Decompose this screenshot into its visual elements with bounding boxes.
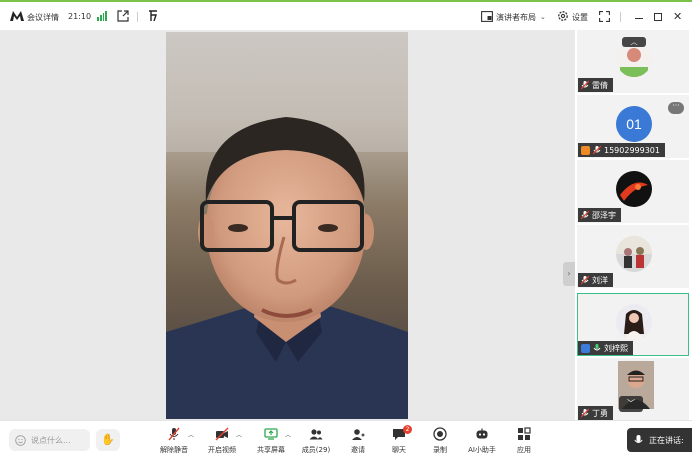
record-button[interactable]: 录制 bbox=[418, 427, 462, 457]
record-label: 录制 bbox=[433, 446, 447, 454]
mic-active-icon bbox=[593, 343, 601, 350]
collapse-sidebar-handle[interactable]: › bbox=[563, 262, 575, 286]
participant-name: 邵泽宇 bbox=[592, 210, 616, 220]
start-video-label: 开启视频 bbox=[208, 446, 236, 454]
mic-muted-icon bbox=[593, 145, 601, 154]
invite-icon bbox=[352, 429, 365, 440]
meeting-window: 会议详情 21:10 演讲者布局 ⌄ 设置 ✕ › ︿ 雷倩 01 ··· 15… bbox=[0, 0, 692, 457]
participant-name-bar: 15902999301 bbox=[578, 143, 665, 157]
gear-icon[interactable] bbox=[557, 10, 569, 22]
share-screen-label: 共享屏幕 bbox=[257, 446, 285, 454]
share-screen-button[interactable]: ︿ 共享屏幕 bbox=[249, 427, 293, 457]
participant-avatar: 01 bbox=[616, 106, 652, 142]
participant-name: 刘梓熙 bbox=[604, 343, 628, 353]
host-badge-icon bbox=[581, 145, 590, 155]
bottom-toolbar: 说点什么... ✋ ︿ 解除静音 ︿ 开启视频 ︿ 共享屏幕 成员(29) 邀请 bbox=[0, 420, 692, 457]
members-label: 成员(29) bbox=[301, 446, 331, 454]
participant-name-bar: 刘洋 bbox=[578, 273, 613, 287]
close-icon[interactable]: ✕ bbox=[673, 10, 682, 23]
smiley-icon bbox=[15, 434, 26, 446]
maximize-icon[interactable] bbox=[654, 13, 662, 21]
cohost-badge-icon bbox=[581, 343, 590, 353]
chat-unread-badge: 2 bbox=[403, 425, 412, 434]
mic-muted-icon bbox=[581, 275, 589, 284]
participant-avatar bbox=[616, 236, 652, 272]
chevron-up-icon[interactable]: ︿ bbox=[188, 430, 194, 439]
participant-tile[interactable]: 邵泽宇 bbox=[577, 160, 689, 223]
speaker-video bbox=[166, 32, 408, 419]
participant-name-bar: 丁勇 bbox=[578, 406, 613, 420]
unmute-label: 解除静音 bbox=[160, 446, 188, 454]
camera-off-icon bbox=[215, 427, 229, 441]
screen-share-icon bbox=[264, 428, 278, 440]
apps-icon bbox=[518, 427, 531, 440]
participant-avatar bbox=[616, 304, 652, 340]
invite-button[interactable]: 邀请 bbox=[336, 427, 380, 457]
mic-icon bbox=[634, 434, 643, 443]
minimize-icon[interactable] bbox=[635, 18, 643, 19]
speaker-video-frame bbox=[166, 32, 408, 419]
chat-button[interactable]: 2 聊天 bbox=[377, 425, 421, 457]
participant-name-bar: 雷倩 bbox=[578, 78, 613, 92]
signal-icon[interactable] bbox=[97, 11, 107, 21]
participant-name: 15902999301 bbox=[604, 145, 660, 155]
main-stage: › bbox=[0, 30, 575, 420]
apps-label: 应用 bbox=[517, 446, 531, 454]
top-bar: 会议详情 21:10 演讲者布局 ⌄ 设置 ✕ bbox=[0, 4, 692, 30]
divider bbox=[137, 12, 138, 22]
participant-sidebar: ︿ 雷倩 01 ··· 15902999301 邵泽宇 刘洋 刘梓熙 丁勇 ﹀ bbox=[575, 30, 692, 421]
record-icon bbox=[433, 427, 447, 441]
mic-off-icon bbox=[168, 427, 180, 441]
participant-avatar bbox=[616, 171, 652, 207]
app-logo-icon bbox=[10, 11, 24, 21]
participant-name: 丁勇 bbox=[592, 408, 608, 418]
ai-assistant-label: AI小助手 bbox=[468, 446, 496, 454]
layout-icon[interactable] bbox=[481, 11, 493, 22]
chat-label: 聊天 bbox=[392, 446, 406, 454]
share-link-icon[interactable] bbox=[117, 10, 129, 22]
apps-button[interactable]: 应用 bbox=[502, 427, 546, 457]
speaker-layout-button[interactable]: 演讲者布局 bbox=[496, 12, 536, 23]
participant-tile[interactable]: 01 ··· 15902999301 bbox=[577, 95, 689, 158]
chat-quick-input[interactable]: 说点什么... bbox=[9, 429, 90, 451]
chevron-up-icon[interactable]: ︿ bbox=[285, 430, 291, 439]
settings-button[interactable]: 设置 bbox=[572, 12, 588, 23]
mic-muted-icon bbox=[581, 210, 589, 219]
meeting-details-link[interactable]: 会议详情 bbox=[27, 12, 59, 23]
whiteboard-icon[interactable] bbox=[147, 10, 159, 22]
hand-icon: ✋ bbox=[101, 433, 115, 446]
participant-tile[interactable]: ︿ 雷倩 bbox=[577, 30, 689, 93]
participant-tile-active[interactable]: 刘梓熙 bbox=[577, 293, 689, 356]
chevron-down-icon[interactable]: ⌄ bbox=[540, 13, 546, 21]
mic-muted-icon bbox=[581, 80, 589, 89]
mic-muted-icon bbox=[581, 408, 589, 417]
participant-name: 雷倩 bbox=[592, 80, 608, 90]
chevron-up-icon[interactable]: ︿ bbox=[236, 430, 242, 439]
unmute-button[interactable]: ︿ 解除静音 bbox=[152, 427, 196, 457]
speaking-indicator: 正在讲话: bbox=[627, 428, 692, 452]
fullscreen-icon[interactable] bbox=[599, 11, 610, 22]
more-options-icon[interactable]: ··· bbox=[668, 102, 684, 114]
speaking-label: 正在讲话: bbox=[649, 435, 684, 445]
participant-tile[interactable]: 刘洋 bbox=[577, 225, 689, 288]
scroll-up-button[interactable]: ︿ bbox=[622, 37, 646, 47]
chat-quick-placeholder: 说点什么... bbox=[31, 435, 71, 445]
robot-icon bbox=[476, 428, 488, 439]
scroll-down-button[interactable]: ﹀ bbox=[619, 396, 643, 412]
divider bbox=[620, 12, 621, 22]
members-icon bbox=[309, 429, 323, 440]
participant-name-bar: 刘梓熙 bbox=[578, 341, 633, 355]
members-button[interactable]: 成员(29) bbox=[294, 427, 338, 457]
participant-name-bar: 邵泽宇 bbox=[578, 208, 621, 222]
start-video-button[interactable]: ︿ 开启视频 bbox=[200, 427, 244, 457]
raise-hand-button[interactable]: ✋ bbox=[96, 429, 120, 451]
invite-label: 邀请 bbox=[351, 446, 365, 454]
ai-assistant-button[interactable]: AI小助手 bbox=[460, 427, 504, 457]
participant-name: 刘洋 bbox=[592, 275, 608, 285]
meeting-time: 21:10 bbox=[68, 12, 92, 21]
